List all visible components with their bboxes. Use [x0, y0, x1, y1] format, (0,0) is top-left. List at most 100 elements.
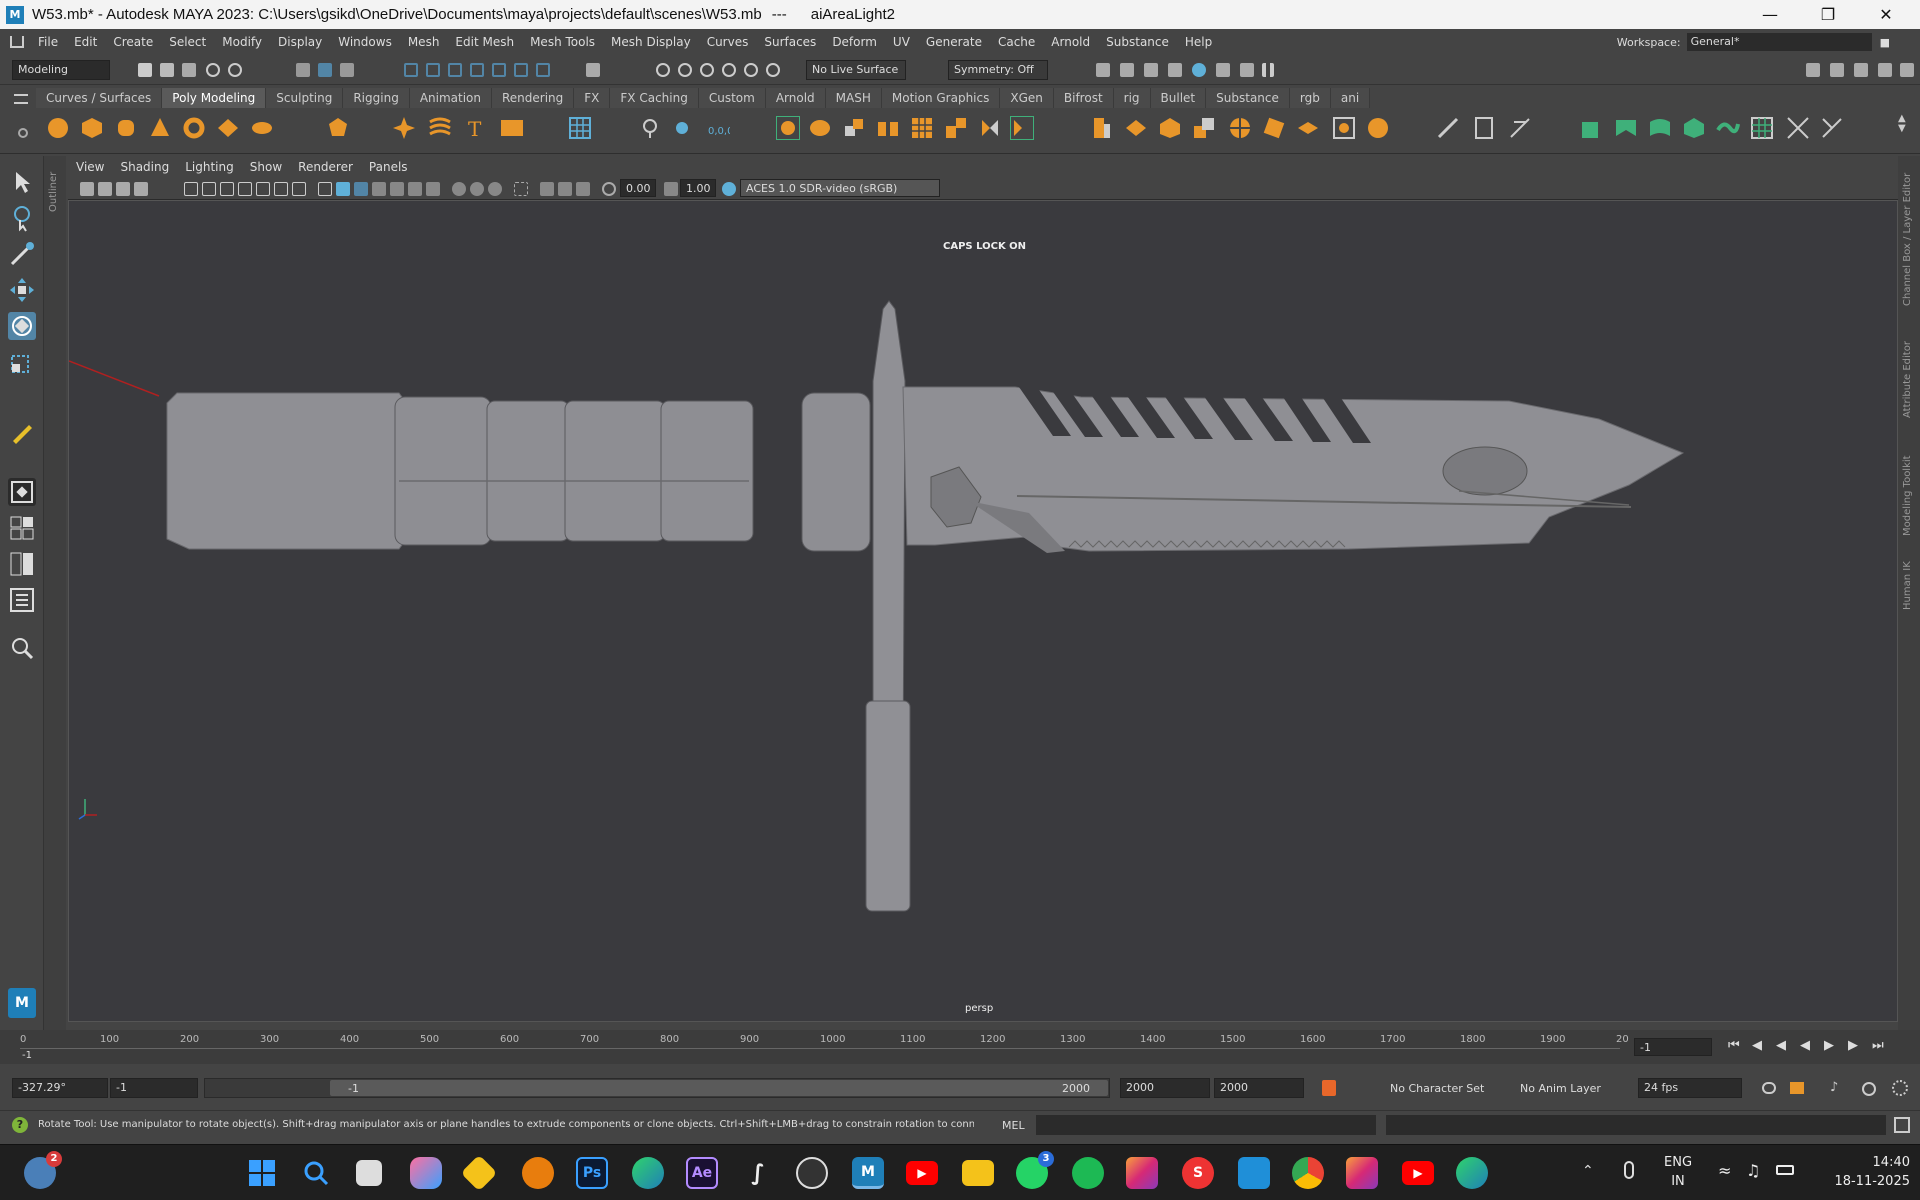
- edge-dev-icon[interactable]: [1456, 1157, 1488, 1189]
- select-component-icon[interactable]: [340, 63, 354, 77]
- symmetry-dropdown[interactable]: Symmetry: Off: [948, 60, 1048, 80]
- single-view-icon[interactable]: [8, 478, 36, 506]
- tab-sculpting[interactable]: Sculpting: [266, 88, 344, 108]
- tab-substance[interactable]: Substance: [1206, 88, 1290, 108]
- depth-of-field-icon[interactable]: [488, 182, 502, 196]
- arnold-ipr-icon[interactable]: [1240, 63, 1254, 77]
- color-management-icon[interactable]: [722, 182, 736, 196]
- append-icon[interactable]: [1192, 116, 1216, 140]
- tab-bullet[interactable]: Bullet: [1150, 88, 1207, 108]
- playback-settings-icon[interactable]: [1892, 1080, 1908, 1096]
- menu-arnold[interactable]: Arnold: [1043, 35, 1098, 49]
- menu-create[interactable]: Create: [105, 35, 161, 49]
- mirror-icon[interactable]: [978, 116, 1002, 140]
- extrude-icon[interactable]: [1090, 116, 1114, 140]
- step-back-key-icon[interactable]: ◀: [1752, 1038, 1762, 1053]
- sound-icon[interactable]: ♪: [1830, 1080, 1838, 1095]
- live-surface-field[interactable]: No Live Surface: [806, 60, 906, 80]
- gamma-icon[interactable]: [664, 182, 678, 196]
- paint-select-icon[interactable]: [744, 63, 758, 77]
- poly-cylinder-icon[interactable]: [114, 116, 138, 140]
- rotate-tool-icon[interactable]: [8, 312, 36, 340]
- combine-icon[interactable]: [776, 116, 800, 140]
- tab-animation[interactable]: Animation: [409, 88, 492, 108]
- menu-mesh-display[interactable]: Mesh Display: [603, 35, 699, 49]
- menu-uv[interactable]: UV: [885, 35, 918, 49]
- go-to-start-icon[interactable]: ⏮: [1728, 1038, 1740, 1053]
- tab-rgb[interactable]: rgb: [1289, 88, 1331, 108]
- fps-dropdown[interactable]: 24 fps: [1638, 1078, 1742, 1098]
- language-indicator[interactable]: ENG IN: [1664, 1153, 1692, 1191]
- file-explorer-icon[interactable]: [962, 1160, 994, 1186]
- sheets-app-icon[interactable]: S: [1182, 1157, 1214, 1189]
- pause-ipr-icon[interactable]: [1262, 63, 1274, 77]
- edge-icon[interactable]: [632, 1157, 664, 1189]
- menu-substance[interactable]: Substance: [1098, 35, 1177, 49]
- bookmarks-icon[interactable]: [116, 182, 130, 196]
- sidebar-toggle-icon[interactable]: [1806, 63, 1820, 77]
- history-icon[interactable]: [656, 63, 670, 77]
- clock[interactable]: 14:40 18-11-2025: [1800, 1153, 1910, 1191]
- panel-menu-view[interactable]: View: [68, 160, 112, 174]
- open-scene-icon[interactable]: [160, 63, 174, 77]
- mirror-cut-icon[interactable]: [1010, 116, 1034, 140]
- time-slider[interactable]: 0 100 200 300 400 500 600 700 800 900 10…: [0, 1030, 1920, 1064]
- notes-icon[interactable]: [460, 1154, 498, 1192]
- lasso-icon[interactable]: [722, 63, 736, 77]
- redo-icon[interactable]: [228, 63, 242, 77]
- rotate-cam-icon[interactable]: [766, 63, 780, 77]
- isolate-select-icon[interactable]: [514, 182, 528, 196]
- extract-icon[interactable]: [842, 116, 866, 140]
- panel-menu-shading[interactable]: Shading: [112, 160, 177, 174]
- use-lights-icon[interactable]: [390, 182, 404, 196]
- bridge-edge-icon[interactable]: [1158, 116, 1182, 140]
- cut-uv-icon[interactable]: [1786, 116, 1810, 140]
- spotify-icon[interactable]: [1072, 1157, 1104, 1189]
- youtube-icon[interactable]: ▶: [906, 1161, 938, 1185]
- tab-bifrost[interactable]: Bifrost: [1053, 88, 1114, 108]
- unfold-icon[interactable]: [1750, 116, 1774, 140]
- snap-grid-icon[interactable]: [404, 63, 418, 77]
- snap-live-icon[interactable]: [536, 63, 550, 77]
- safe-action-icon[interactable]: [274, 182, 288, 196]
- search-icon[interactable]: [300, 1157, 332, 1189]
- home-icon[interactable]: [10, 36, 24, 48]
- modeling-toolkit-icon[interactable]: [1830, 63, 1844, 77]
- exposure-field[interactable]: 0.00: [620, 179, 656, 197]
- start-icon[interactable]: [246, 1157, 278, 1189]
- render-frame-icon[interactable]: [1120, 63, 1134, 77]
- menu-edit[interactable]: Edit: [66, 35, 105, 49]
- sculpt-pinch-icon[interactable]: [672, 116, 696, 140]
- search-icon[interactable]: [8, 634, 36, 662]
- menu-generate[interactable]: Generate: [918, 35, 990, 49]
- merge-icon[interactable]: [1262, 116, 1286, 140]
- menu-display[interactable]: Display: [270, 35, 330, 49]
- workspace-dropdown[interactable]: General*: [1686, 33, 1872, 51]
- svg-tool-icon[interactable]: [500, 116, 524, 140]
- outliner-label[interactable]: Outliner: [48, 172, 59, 212]
- shelf-menu-icon[interactable]: [14, 94, 28, 104]
- image-plane-icon[interactable]: [134, 182, 148, 196]
- snap-surface-icon[interactable]: [492, 63, 506, 77]
- film-gate-icon[interactable]: [202, 182, 216, 196]
- tab-rigging[interactable]: Rigging: [343, 88, 410, 108]
- smooth-icon[interactable]: [910, 116, 934, 140]
- menu-mesh-tools[interactable]: Mesh Tools: [522, 35, 603, 49]
- select-camera-icon[interactable]: [80, 182, 94, 196]
- tool-settings-icon[interactable]: [1878, 63, 1892, 77]
- loop-icon[interactable]: [1762, 1082, 1776, 1094]
- field-chart-icon[interactable]: [256, 182, 270, 196]
- render-view-icon[interactable]: [1096, 63, 1110, 77]
- menu-help[interactable]: Help: [1177, 35, 1220, 49]
- menu-file[interactable]: File: [30, 35, 66, 49]
- lock-icon[interactable]: ■: [1880, 36, 1890, 49]
- sweep-mesh-icon[interactable]: [428, 116, 452, 140]
- start-frame-field[interactable]: -1: [110, 1078, 198, 1098]
- anim-layer-dropdown[interactable]: No Anim Layer: [1520, 1082, 1601, 1095]
- cylindrical-map-icon[interactable]: [1648, 116, 1672, 140]
- quadrangulate-icon[interactable]: [1366, 116, 1390, 140]
- play-forward-icon[interactable]: ▶: [1824, 1038, 1834, 1053]
- microphone-icon[interactable]: [1624, 1161, 1634, 1179]
- type-tool-icon[interactable]: T: [464, 116, 488, 140]
- poly-torus-icon[interactable]: [182, 116, 206, 140]
